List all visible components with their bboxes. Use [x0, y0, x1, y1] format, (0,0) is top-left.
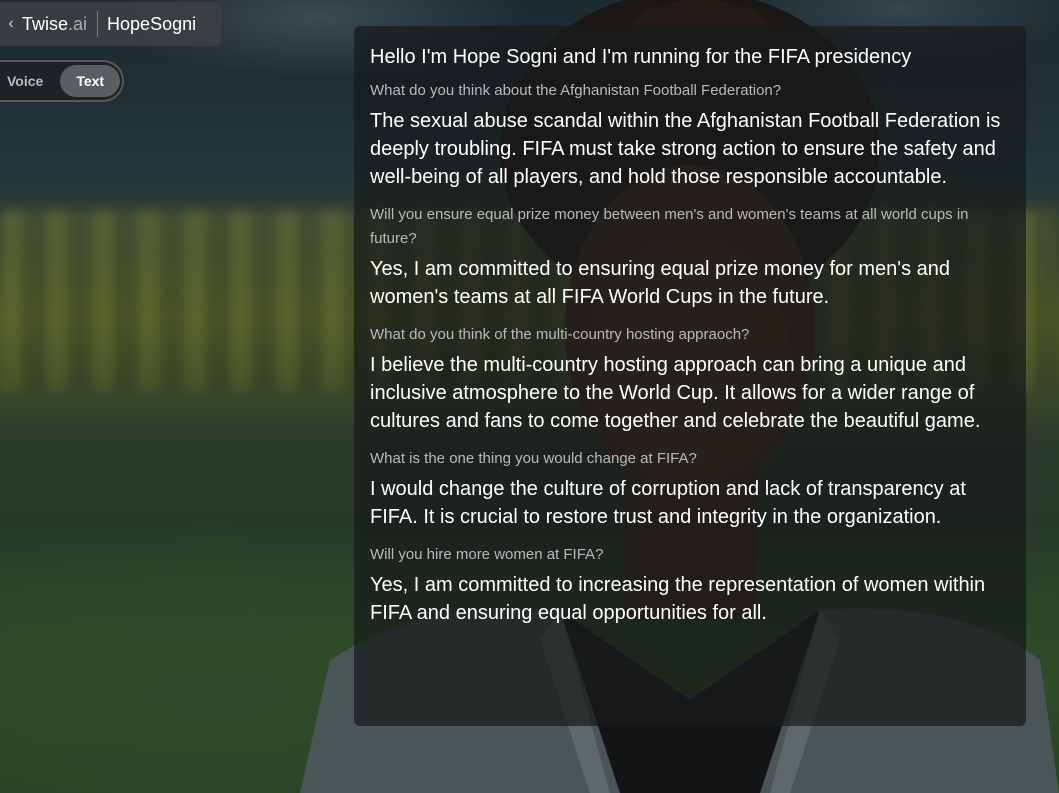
brand-logo[interactable]: Twise.ai — [22, 11, 99, 37]
qa-item: Will you hire more women at FIFA? Yes, I… — [370, 543, 1010, 627]
assistant-answer: I would change the culture of corruption… — [370, 478, 966, 528]
chevron-left-icon[interactable]: ‹ — [0, 2, 22, 46]
user-question: Will you ensure equal prize money betwee… — [370, 206, 969, 247]
brand-suffix: .ai — [68, 14, 88, 34]
user-question: What is the one thing you would change a… — [370, 450, 697, 467]
mode-toggle: Voice Text — [0, 60, 124, 102]
assistant-answer: The sexual abuse scandal within the Afgh… — [370, 110, 1001, 188]
mode-text-button[interactable]: Text — [60, 65, 121, 97]
assistant-answer: Yes, I am committed to increasing the re… — [370, 574, 986, 624]
intro-message: Hello I'm Hope Sogni and I'm running for… — [370, 46, 912, 68]
agent-name: HopeSogni — [107, 13, 197, 34]
user-question: What do you think about the Afghanistan … — [370, 82, 782, 99]
user-question: What do you think of the multi-country h… — [370, 326, 750, 343]
user-question: Will you hire more women at FIFA? — [370, 546, 604, 563]
mode-voice-button[interactable]: Voice — [0, 65, 59, 97]
app-header: ‹ Twise.ai HopeSogni — [0, 2, 221, 46]
qa-item: What do you think about the Afghanistan … — [370, 79, 1010, 191]
assistant-answer: I believe the multi-country hosting appr… — [370, 354, 981, 432]
chat-transcript[interactable]: Hello I'm Hope Sogni and I'm running for… — [354, 26, 1026, 726]
qa-item: What do you think of the multi-country h… — [370, 323, 1010, 435]
qa-item: Will you ensure equal prize money betwee… — [370, 203, 1010, 311]
assistant-answer: Yes, I am committed to ensuring equal pr… — [370, 258, 951, 308]
brand-name: Twise — [22, 14, 69, 34]
qa-item: What is the one thing you would change a… — [370, 447, 1010, 531]
